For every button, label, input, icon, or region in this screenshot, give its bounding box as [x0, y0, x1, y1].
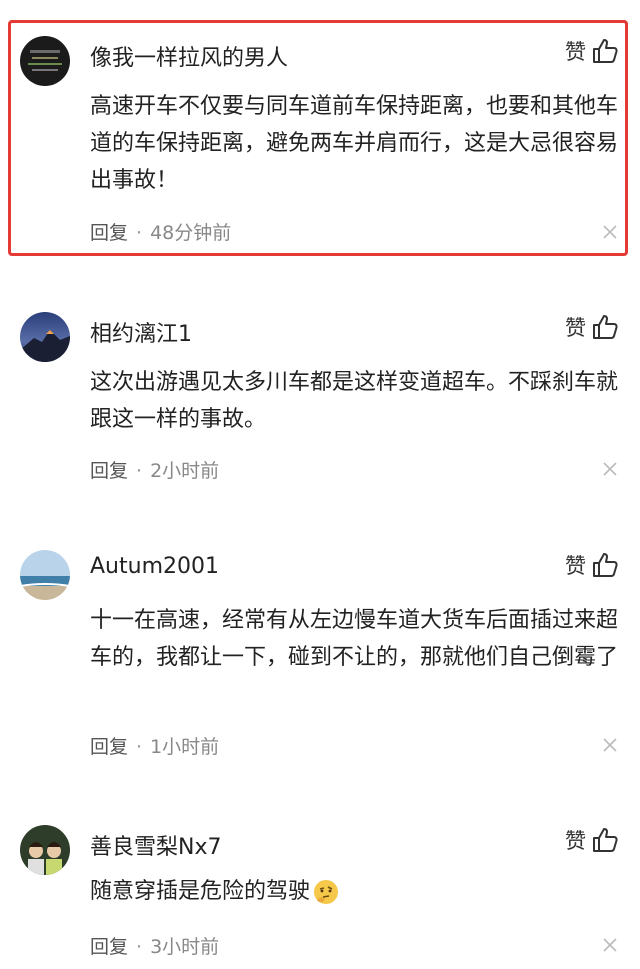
- thumbs-up-icon: [590, 550, 620, 580]
- comment-text-body: 随意穿插是危险的驾驶: [90, 879, 311, 904]
- username[interactable]: 善良雪梨Nx7: [90, 829, 221, 861]
- comment-text: 十一在高速，经常有从左边慢车道大货车后面插过来超车的，我都让一下，碰到不让的，那…: [90, 608, 619, 670]
- close-icon[interactable]: [602, 737, 618, 753]
- like-label: 赞: [565, 316, 586, 340]
- timestamp: 3小时前: [150, 936, 220, 958]
- meta-separator: ·: [136, 222, 143, 244]
- reply-button[interactable]: 回复: [90, 936, 128, 958]
- timestamp: 1小时前: [150, 736, 220, 758]
- timestamp: 2小时前: [150, 460, 220, 482]
- comment-meta: 回复 · 48分钟前: [90, 218, 231, 245]
- username[interactable]: 像我一样拉风的男人: [90, 40, 288, 72]
- close-icon[interactable]: [602, 461, 618, 477]
- like-button[interactable]: 赞: [565, 36, 620, 66]
- avatar[interactable]: [20, 825, 70, 875]
- close-icon[interactable]: [602, 937, 618, 953]
- thumbs-up-icon: [590, 312, 620, 342]
- comment-text: 这次出游遇见太多川车都是这样变道超车。不踩刹车就跟这一样的事故。: [90, 370, 619, 432]
- like-button[interactable]: 赞: [565, 550, 620, 580]
- comment-text: 高速开车不仅要与同车道前车保持距离，也要和其他车道的车保持距离，避免两车并肩而行…: [90, 94, 619, 193]
- meta-separator: ·: [136, 460, 143, 482]
- reply-button[interactable]: 回复: [90, 222, 128, 244]
- thinking-face-icon: [312, 878, 340, 906]
- reply-button[interactable]: 回复: [90, 460, 128, 482]
- thumbs-up-icon: [590, 825, 620, 855]
- like-label: 赞: [565, 829, 586, 853]
- username[interactable]: 相约漓江1: [90, 316, 192, 348]
- timestamp: 48分钟前: [150, 222, 232, 244]
- like-label: 赞: [565, 40, 586, 64]
- comment-meta: 回复 · 2小时前: [90, 456, 219, 483]
- meta-separator: ·: [136, 936, 143, 958]
- like-label: 赞: [565, 554, 586, 578]
- thumbs-up-icon: [590, 36, 620, 66]
- avatar[interactable]: [20, 36, 70, 86]
- reply-button[interactable]: 回复: [90, 736, 128, 758]
- avatar[interactable]: [20, 312, 70, 362]
- close-icon[interactable]: [602, 224, 618, 240]
- meta-separator: ·: [136, 736, 143, 758]
- comment-meta: 回复 · 3小时前: [90, 932, 219, 959]
- comment-text: 随意穿插是危险的驾驶: [90, 873, 620, 910]
- avatar[interactable]: [20, 550, 70, 600]
- like-button[interactable]: 赞: [565, 825, 620, 855]
- username[interactable]: Autum2001: [90, 554, 219, 579]
- comment-meta: 回复 · 1小时前: [90, 732, 219, 759]
- like-button[interactable]: 赞: [565, 312, 620, 342]
